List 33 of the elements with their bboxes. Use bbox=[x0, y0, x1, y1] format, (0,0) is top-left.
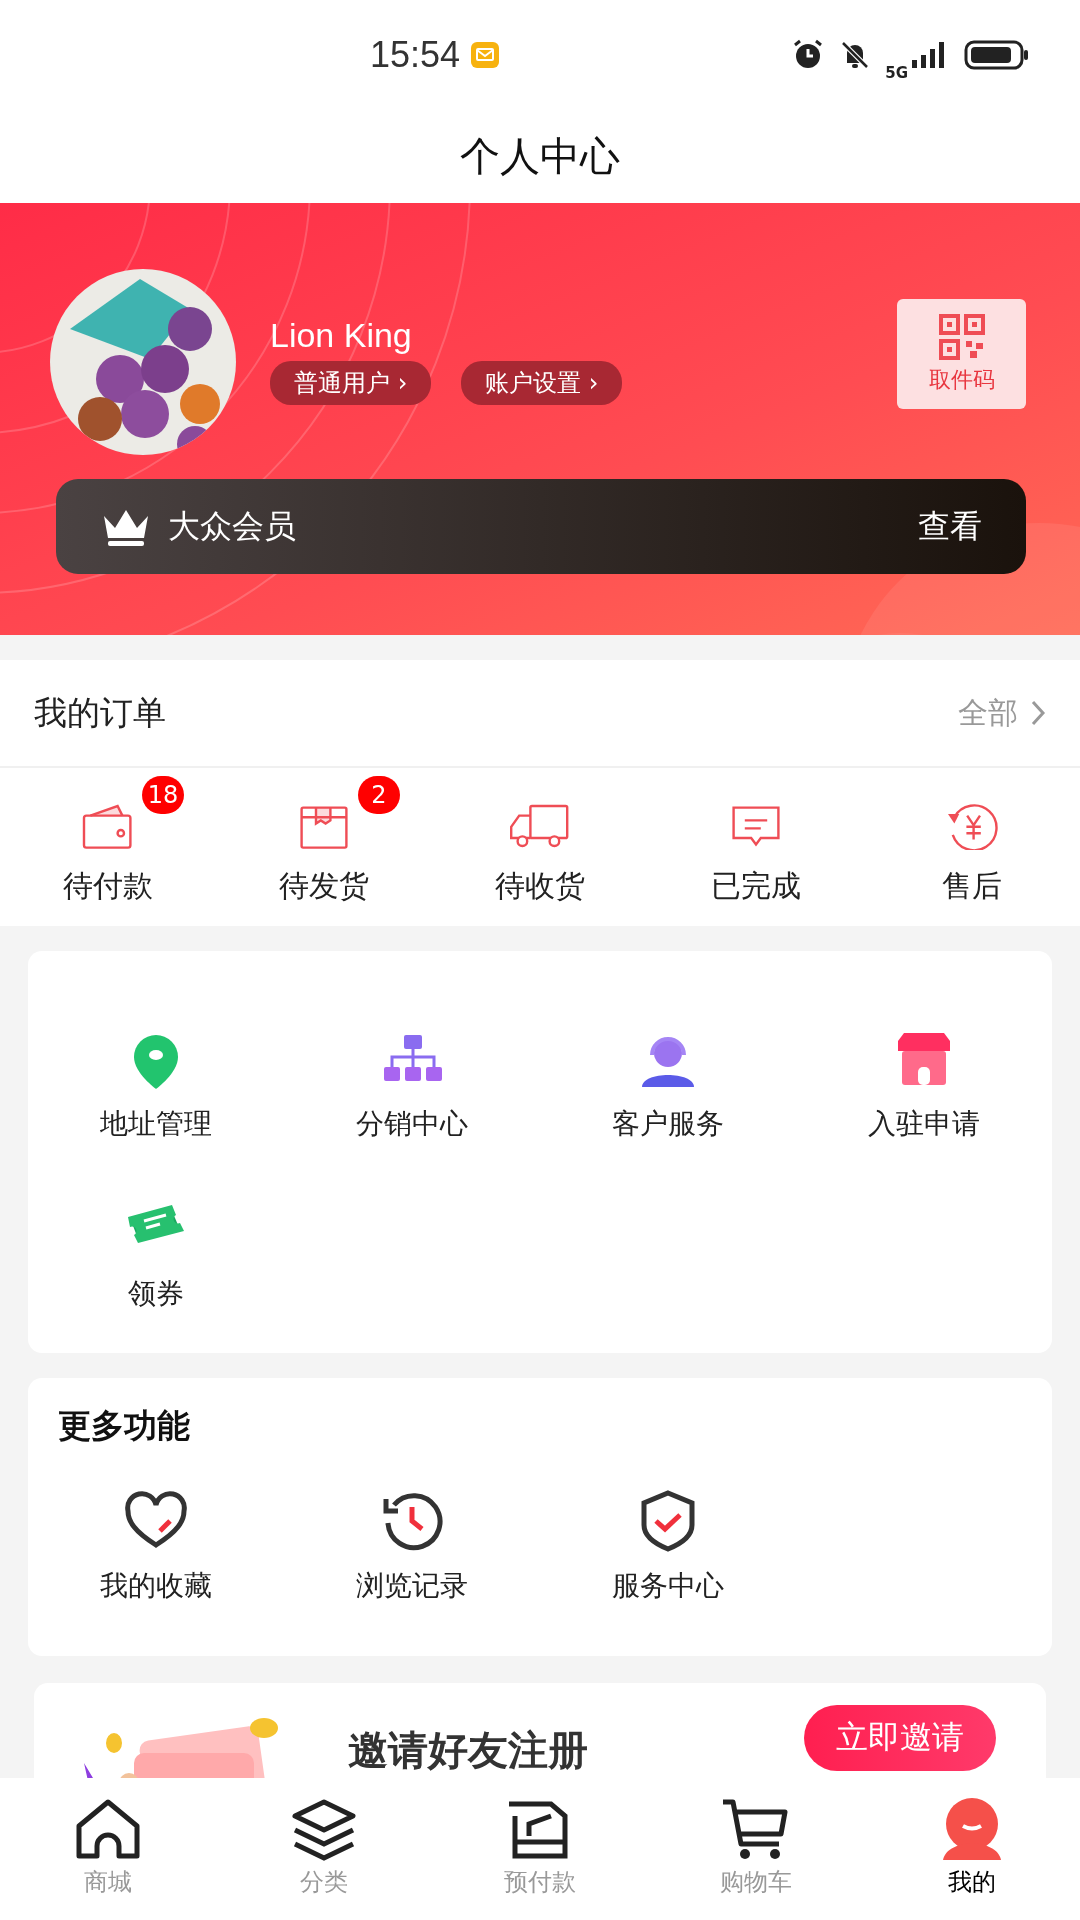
service-label[interactable]: 领券 bbox=[128, 1275, 184, 1313]
mail-icon bbox=[470, 41, 501, 69]
service-label[interactable]: 分销中心 bbox=[356, 1105, 468, 1143]
feature-label[interactable]: 我的收藏 bbox=[100, 1567, 212, 1605]
count-badge: 2 bbox=[358, 776, 400, 814]
membership-bar[interactable]: 大众会员 查看 bbox=[56, 479, 1026, 574]
order-status-link[interactable]: 待付款 bbox=[63, 866, 153, 907]
feature-label[interactable]: 浏览记录 bbox=[356, 1567, 468, 1605]
count-badge: 18 bbox=[142, 776, 184, 814]
service-label[interactable]: 客户服务 bbox=[612, 1105, 724, 1143]
service-label[interactable]: 入驻申请 bbox=[868, 1105, 980, 1143]
page-title: 个人中心 bbox=[460, 132, 620, 181]
network-label: 5G bbox=[885, 64, 908, 82]
chevron-right-icon bbox=[1030, 699, 1046, 727]
order-status-link[interactable]: 已完成 bbox=[711, 866, 801, 907]
membership-level: 大众会员 bbox=[168, 505, 296, 547]
section-title: 我的订单 bbox=[34, 691, 166, 734]
battery-icon bbox=[964, 40, 1030, 70]
invite-button[interactable]: 立即邀请 bbox=[804, 1705, 996, 1771]
section-title: 更多功能 bbox=[58, 1405, 191, 1447]
clock-time: 15:54 bbox=[370, 34, 461, 76]
account-tag-button[interactable]: 普通用户 › bbox=[270, 360, 432, 405]
invite-title: 邀请好友注册 bbox=[348, 1726, 588, 1775]
order-status-link[interactable]: 待收货 bbox=[495, 866, 585, 907]
qr-code-icon bbox=[937, 313, 986, 361]
order-status-link[interactable]: 售后 bbox=[942, 866, 1002, 907]
user-name: Lion King bbox=[270, 315, 413, 355]
service-label[interactable]: 地址管理 bbox=[100, 1105, 212, 1143]
account-tag-button[interactable]: 账户设置 › bbox=[461, 360, 623, 405]
tab-item[interactable]: 我的 bbox=[864, 1778, 1080, 1920]
feature-label[interactable]: 服务中心 bbox=[612, 1567, 724, 1605]
order-status-link[interactable]: 待发货 bbox=[279, 866, 369, 907]
view-link[interactable]: 查看 bbox=[918, 504, 982, 549]
